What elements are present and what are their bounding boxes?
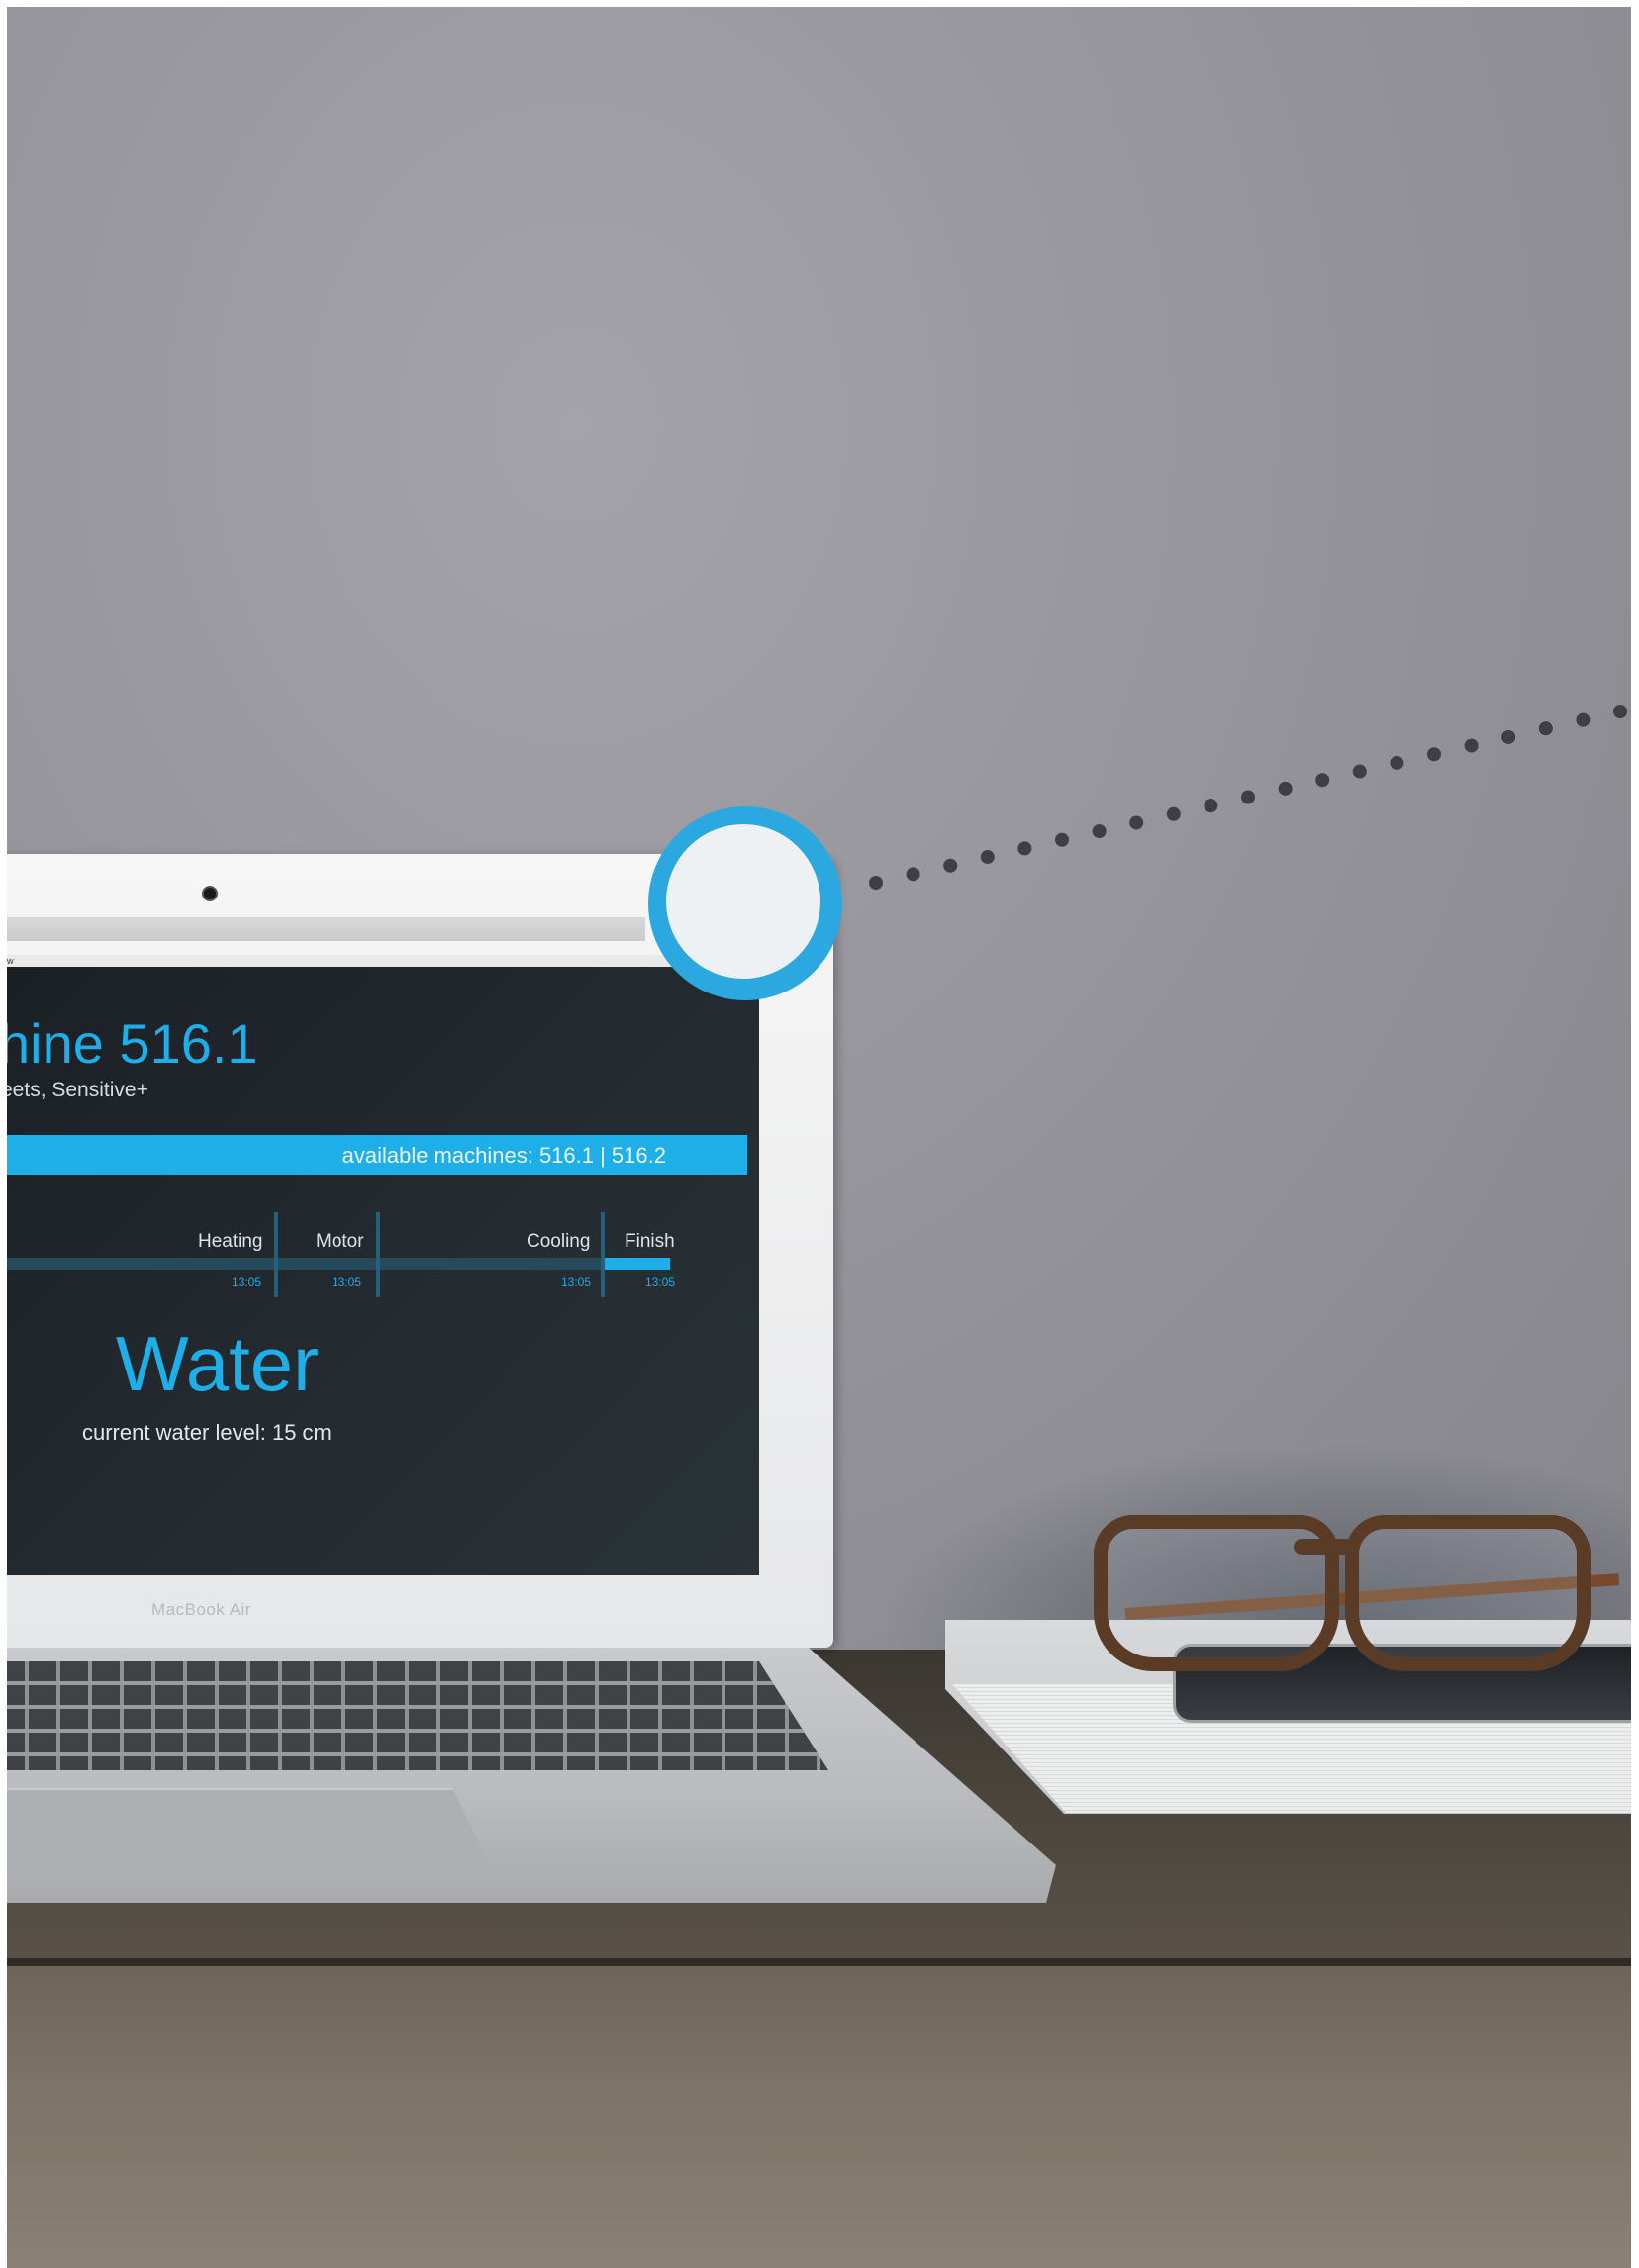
available-machines-bar[interactable]: available machines: 516.1 | 516.2 [7,1135,747,1175]
progress-track [7,1258,670,1270]
step-label-heating: Heating [198,1231,263,1252]
step-divider [376,1212,380,1297]
step-label-finish: Finish [625,1231,675,1252]
lid-bezel-band [7,917,645,941]
available-machines-text[interactable]: available machines: 516.1 | 516.2 [342,1143,666,1169]
trackpad [7,1788,497,1879]
status-title: Water [116,1320,320,1407]
step-divider [274,1212,278,1297]
machine-subtitle: eets, Sensitive+ [7,1079,148,1101]
progress-fill [601,1258,670,1270]
annotation-marker[interactable] [648,806,842,1000]
step-time-motor: 13:05 [332,1276,362,1289]
keyboard-rows [7,1661,828,1770]
step-label-motor: Motor [316,1231,364,1252]
toolbar-text: w [7,956,14,966]
step-divider [601,1212,605,1297]
desk-front [7,1966,1631,2268]
step-time-finish: 13:05 [645,1276,676,1289]
step-time-heating: 13:05 [232,1276,262,1289]
app-toolbar: w [7,955,690,967]
machine-title: hine 516.1 [7,1012,258,1075]
laptop-brand-label: MacBook Air [151,1600,251,1619]
water-level-text: current water level: 15 cm [82,1420,332,1445]
photo-scene: MacBook Air w hine 516.1 eets, Sensitive… [7,7,1631,2268]
step-label-cooling: Cooling [527,1231,591,1252]
annotation-marker-inner[interactable] [664,822,822,981]
glasses-lens-right [1345,1515,1591,1671]
glasses-bridge [1294,1539,1353,1555]
step-time-cooling: 13:05 [561,1276,592,1289]
camera-icon [202,886,218,901]
